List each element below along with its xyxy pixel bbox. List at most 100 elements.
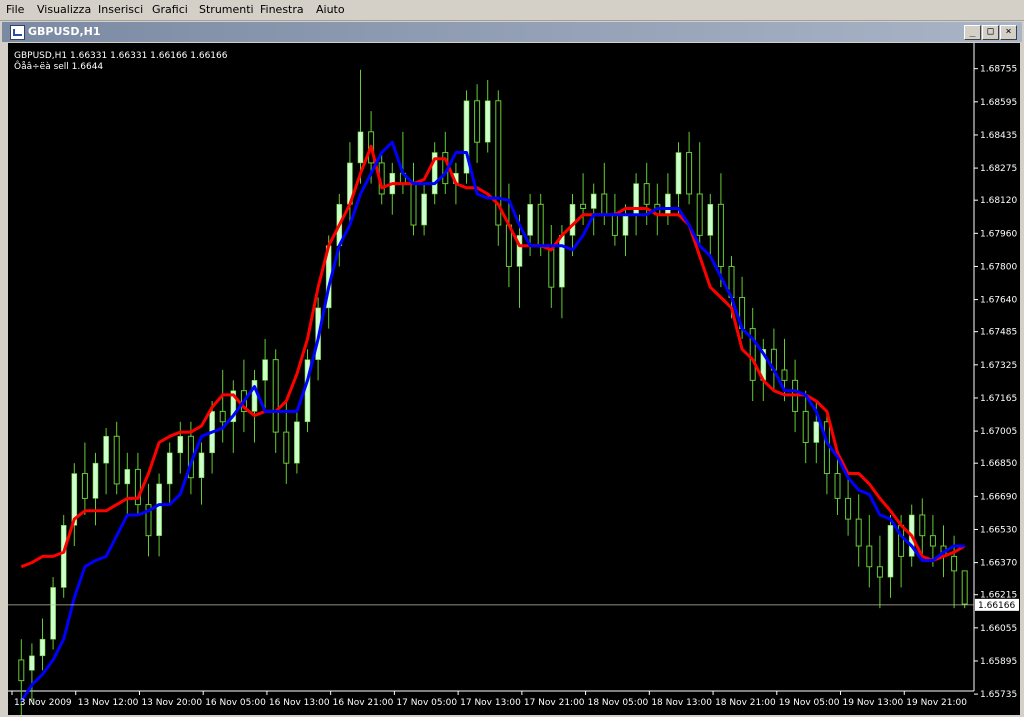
candle-body-bear <box>929 535 936 547</box>
candle-body-bear <box>898 524 905 557</box>
price-chart[interactable]: 1.68755 1.68595 1.68435 1.68275 1.68120 1.679… <box>8 43 1020 715</box>
candle-body-bear <box>961 570 968 605</box>
time-tick-label: 17 Nov 05:00 <box>396 698 457 708</box>
restore-button[interactable]: □ <box>982 25 999 40</box>
price-tick-label: 1.68275 <box>980 164 1017 174</box>
price-tick-label: 1.68120 <box>980 196 1017 206</box>
price-tick-label: 1.66055 <box>980 624 1017 634</box>
candles-group <box>18 69 968 715</box>
candle-body-bull <box>633 183 639 215</box>
chart-area[interactable]: 1.68755 1.68595 1.68435 1.68275 1.68120 1.679… <box>8 43 1020 715</box>
candle-body-bear <box>845 497 852 520</box>
candle-body-bull <box>887 525 894 578</box>
price-tick-label: 1.66850 <box>980 459 1017 469</box>
price-tick-label: 1.65735 <box>980 690 1017 700</box>
candle-body-bear <box>219 410 226 423</box>
price-tick-label: 1.67005 <box>980 427 1017 437</box>
time-tick-label: 19 Nov 21:00 <box>906 698 967 708</box>
candle-body-bear <box>802 410 809 443</box>
price-tick-label: 1.67165 <box>980 394 1017 404</box>
chart-window-icon <box>10 25 25 40</box>
price-tick-label: 1.66530 <box>980 525 1017 535</box>
close-button[interactable]: × <box>1000 25 1017 40</box>
time-tick-label: 16 Nov 05:00 <box>205 698 266 708</box>
candle-body-bear <box>548 245 555 288</box>
price-tick-label: 1.67325 <box>980 361 1017 371</box>
window-titlebar[interactable]: GBPUSD,H1 _ □ × <box>2 22 1022 42</box>
price-tick-label: 1.66370 <box>980 559 1017 569</box>
candle-body-bear <box>919 514 926 537</box>
candle-body-bull <box>294 421 300 464</box>
menu-finestra[interactable]: Finestra <box>260 3 304 16</box>
price-tick-label: 1.66690 <box>980 492 1017 502</box>
candle-body-bull <box>559 235 565 288</box>
candle-body-bull <box>198 452 205 478</box>
time-tick-label: 17 Nov 13:00 <box>460 698 521 708</box>
menu-inserisci[interactable]: Inserisci <box>98 3 143 16</box>
candle-body-bull <box>39 638 46 657</box>
candle-body-bear <box>580 203 587 209</box>
axis-group <box>8 43 978 695</box>
candle-body-bull <box>357 131 364 164</box>
window-title: GBPUSD,H1 <box>28 25 101 38</box>
menu-aiuto[interactable]: Aiuto <box>316 3 345 16</box>
candle-body-bear <box>951 555 958 572</box>
candle-body-bear <box>474 100 481 143</box>
candle-body-bull <box>156 483 162 536</box>
price-tick-label: 1.68755 <box>980 65 1017 75</box>
candle-body-bear <box>113 435 120 485</box>
menu-bar: File Visualizza Inserisci Grafici Strume… <box>0 0 1024 21</box>
menu-strumenti[interactable]: Strumenti <box>199 3 254 16</box>
chart-ohlc-header: GBPUSD,H1 1.66331 1.66331 1.66166 1.6616… <box>14 51 228 61</box>
price-tick-label: 1.67485 <box>980 328 1017 338</box>
candle-body-bull <box>675 152 682 195</box>
price-tick-label: 1.68435 <box>980 131 1017 141</box>
candle-body-bull <box>665 193 671 215</box>
price-tick-label: 1.65895 <box>980 657 1017 667</box>
candle-body-bear <box>601 193 608 216</box>
candle-body-bear <box>717 203 724 267</box>
time-tick-label: 13 Nov 12:00 <box>78 698 139 708</box>
price-tick-label: 1.67800 <box>980 262 1017 272</box>
candle-body-bull <box>813 421 820 443</box>
time-tick-label: 13 Nov 20:00 <box>141 698 202 708</box>
candle-body-bear <box>696 193 703 236</box>
candle-body-bear <box>410 183 417 226</box>
time-tick-label: 16 Nov 21:00 <box>333 698 394 708</box>
time-tick-label: 18 Nov 05:00 <box>588 698 649 708</box>
menu-file[interactable]: File <box>6 3 24 16</box>
candle-body-bear <box>643 183 650 205</box>
time-tick-label: 19 Nov 05:00 <box>779 698 840 708</box>
candle-body-bear <box>611 214 618 236</box>
time-tick-label: 18 Nov 21:00 <box>715 698 776 708</box>
time-tick-label: 13 Nov 2009 <box>14 698 72 708</box>
price-tick-label: 1.67640 <box>980 296 1017 306</box>
current-price-label: 1.66166 <box>978 601 1015 611</box>
menu-visualizza[interactable]: Visualizza <box>37 3 91 16</box>
candle-body-bear <box>866 545 873 568</box>
candle-body-bull <box>590 193 597 209</box>
candle-body-bull <box>50 587 56 640</box>
candle-body-bull <box>60 525 67 588</box>
price-tick-label: 1.67960 <box>980 229 1017 239</box>
candle-body-bear <box>272 359 279 433</box>
indicator-line-blue <box>20 140 965 703</box>
candle-body-bull <box>527 204 533 236</box>
candle-body-bull <box>29 655 35 671</box>
candle-body-bull <box>484 100 491 143</box>
candle-body-bear <box>18 659 25 682</box>
candle-body-bear <box>823 421 830 475</box>
candle-body-bear <box>686 152 693 195</box>
candle-body-bull <box>622 214 629 236</box>
minimize-button[interactable]: _ <box>964 25 981 40</box>
candle-body-bear <box>855 518 862 547</box>
indicator-lines-group <box>8 140 974 703</box>
menu-grafici[interactable]: Grafici <box>152 3 188 16</box>
time-tick-label: 18 Nov 13:00 <box>651 698 712 708</box>
chart-signal-label: Ôåâ÷ëà sell 1.6644 <box>14 62 104 72</box>
candle-body-bull <box>707 204 714 236</box>
candle-body-bear <box>876 566 883 578</box>
candle-body-bull <box>569 204 576 236</box>
candle-body-bull <box>421 193 427 226</box>
candle-body-bear <box>81 473 88 499</box>
